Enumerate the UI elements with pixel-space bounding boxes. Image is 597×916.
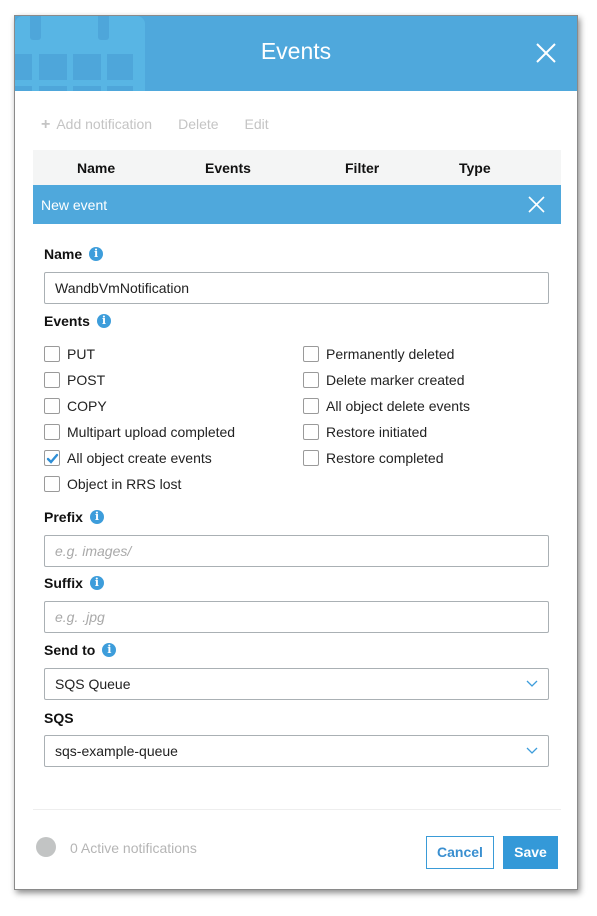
checkbox-box[interactable] (44, 346, 60, 362)
dialog-header: Events (15, 16, 577, 91)
chevron-down-icon (526, 680, 538, 687)
sqs-label: SQS (44, 710, 74, 726)
checkbox-permanently-deleted[interactable]: Permanently deleted (303, 346, 454, 362)
plus-icon: + (41, 116, 51, 133)
notifications-toolbar: + Add notification Delete Edit (41, 116, 269, 134)
active-notifications-status: 0 Active notifications (70, 840, 197, 856)
checkbox-copy[interactable]: COPY (44, 398, 107, 414)
new-event-bar: New event (33, 185, 561, 224)
checkbox-box[interactable] (44, 476, 60, 492)
send-to-label: Send to i (44, 642, 117, 658)
checkbox-restore-completed[interactable]: Restore completed (303, 450, 444, 466)
info-icon[interactable]: i (89, 510, 104, 524)
checkbox-all-object-create-events[interactable]: All object create events (44, 450, 212, 466)
column-header-type[interactable]: Type (459, 160, 491, 176)
events-label: Events i (44, 313, 111, 329)
checkbox-box-checked[interactable] (44, 450, 60, 466)
checkbox-box[interactable] (44, 424, 60, 440)
checkbox-box[interactable] (303, 398, 319, 414)
close-icon[interactable] (535, 42, 557, 64)
new-event-title: New event (41, 197, 108, 213)
checkbox-box[interactable] (44, 372, 60, 388)
name-label: Name i (44, 246, 104, 262)
prefix-label: Prefix i (44, 509, 104, 525)
column-header-events[interactable]: Events (205, 160, 251, 176)
column-header-name[interactable]: Name (77, 160, 115, 176)
column-header-filter[interactable]: Filter (345, 160, 379, 176)
checkmark-icon (46, 453, 59, 464)
cancel-button[interactable]: Cancel (426, 836, 494, 869)
prefix-input[interactable]: e.g. images/ (44, 535, 549, 567)
checkbox-box[interactable] (303, 372, 319, 388)
chevron-down-icon (526, 747, 538, 754)
sqs-select[interactable]: sqs-example-queue (44, 735, 549, 767)
info-icon[interactable]: i (89, 247, 104, 261)
edit-button[interactable]: Edit (245, 116, 269, 134)
info-icon[interactable]: i (96, 314, 111, 328)
delete-button[interactable]: Delete (178, 116, 218, 134)
status-indicator-icon (36, 837, 56, 857)
notifications-table-header: Name Events Filter Type (33, 150, 561, 185)
checkbox-post[interactable]: POST (44, 372, 105, 388)
name-input[interactable]: WandbVmNotification (44, 272, 549, 304)
dialog-title: Events (260, 38, 332, 64)
checkbox-all-object-delete-events[interactable]: All object delete events (303, 398, 470, 414)
suffix-input[interactable]: e.g. .jpg (44, 601, 549, 633)
checkbox-box[interactable] (303, 450, 319, 466)
checkbox-object-in-rrs-lost[interactable]: Object in RRS lost (44, 476, 181, 492)
save-button[interactable]: Save (503, 836, 558, 869)
checkbox-delete-marker-created[interactable]: Delete marker created (303, 372, 465, 388)
add-notification-button[interactable]: + Add notification (41, 116, 152, 134)
info-icon[interactable]: i (102, 643, 117, 657)
checkbox-box[interactable] (303, 346, 319, 362)
send-to-select[interactable]: SQS Queue (44, 668, 549, 700)
checkbox-box[interactable] (44, 398, 60, 414)
events-dialog: Events + Add notification Delete Edit Nam… (14, 15, 578, 890)
checkbox-put[interactable]: PUT (44, 346, 95, 362)
checkbox-restore-initiated[interactable]: Restore initiated (303, 424, 427, 440)
checkbox-box[interactable] (303, 424, 319, 440)
suffix-label: Suffix i (44, 575, 104, 591)
checkbox-multipart-upload-completed[interactable]: Multipart upload completed (44, 424, 235, 440)
footer-divider (33, 809, 561, 810)
info-icon[interactable]: i (89, 576, 104, 590)
close-icon[interactable] (528, 196, 545, 213)
